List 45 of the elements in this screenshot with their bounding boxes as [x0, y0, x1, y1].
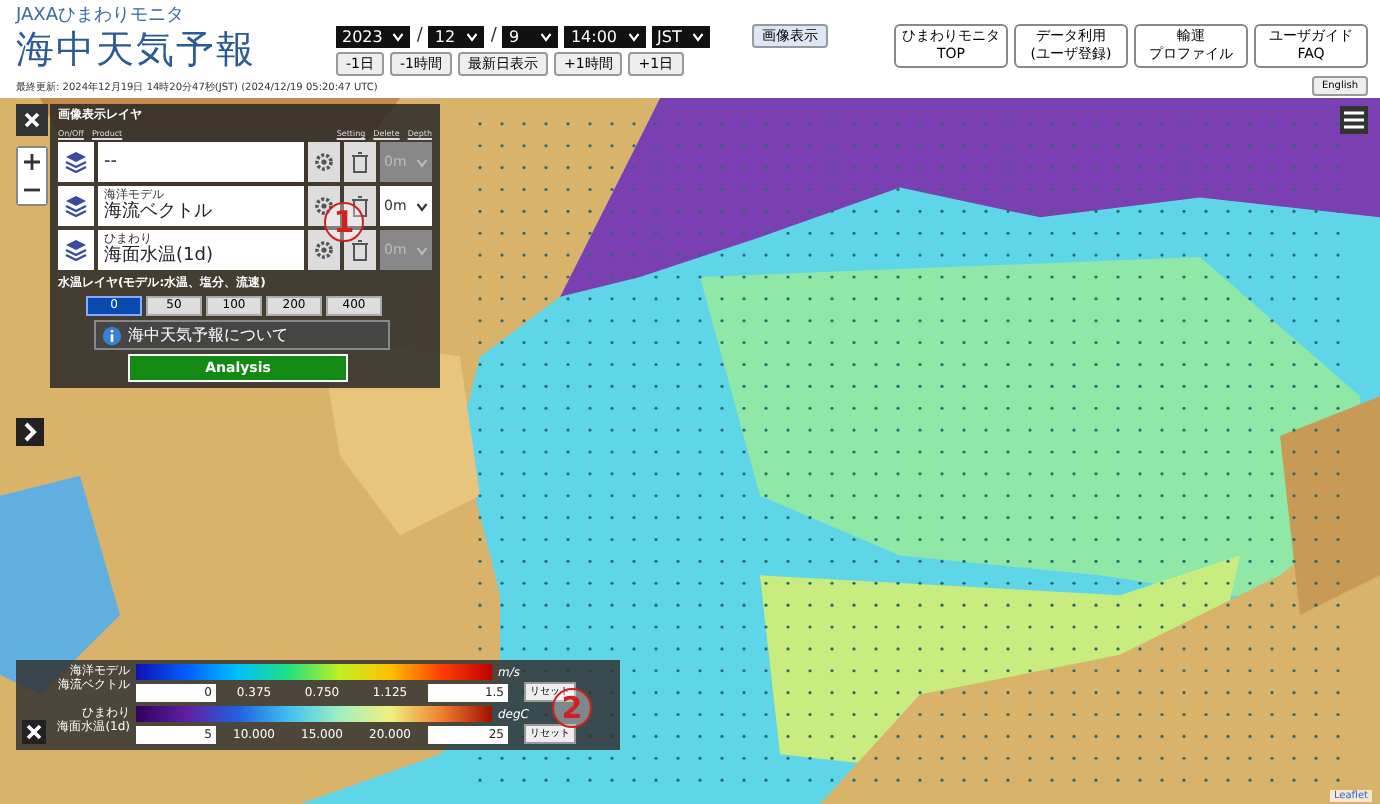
- close-button[interactable]: [22, 720, 46, 744]
- close-icon: [22, 110, 42, 130]
- date-separator: /: [416, 26, 423, 46]
- layers-icon: [64, 194, 88, 218]
- layer-toggle-button[interactable]: [58, 186, 94, 226]
- date-separator: /: [490, 26, 497, 46]
- settings-button[interactable]: [308, 230, 340, 270]
- caret-icon: [416, 157, 428, 167]
- about-link[interactable]: 海中天気予報について: [94, 320, 390, 350]
- menu-icon: [1342, 110, 1366, 130]
- trash-icon: [348, 150, 372, 174]
- caret-icon: [627, 31, 640, 41]
- plus-icon: [22, 152, 42, 172]
- caret-icon: [416, 245, 428, 255]
- caret-icon: [540, 31, 553, 41]
- delete-button[interactable]: [344, 230, 376, 270]
- caret-icon: [416, 201, 428, 211]
- date-select[interactable]: 9: [502, 25, 559, 47]
- date-select[interactable]: 12: [428, 25, 485, 47]
- settings-button[interactable]: [308, 142, 340, 182]
- caret-icon: [466, 31, 479, 41]
- site-title: 海中天気予報: [16, 28, 258, 72]
- date-select[interactable]: 14:00: [564, 25, 646, 47]
- close-button[interactable]: [16, 104, 48, 136]
- menu-button[interactable]: [1340, 106, 1368, 134]
- layer-toggle-button[interactable]: [58, 230, 94, 270]
- site-subtitle: JAXAひまわりモニタ: [16, 6, 186, 28]
- settings-button[interactable]: [308, 186, 340, 226]
- zoom-in-button[interactable]: [18, 148, 46, 176]
- layer-toggle-button[interactable]: [58, 142, 94, 182]
- layers-icon: [64, 238, 88, 262]
- date-select[interactable]: 2023: [336, 25, 411, 47]
- info-icon: [102, 325, 122, 345]
- layers-icon: [64, 150, 88, 174]
- trash-icon: [348, 238, 372, 262]
- close-icon: [24, 722, 44, 742]
- expand-panel-button[interactable]: [16, 418, 44, 446]
- caret-icon: [392, 31, 405, 41]
- chevron-right-icon: [20, 422, 40, 442]
- date-select[interactable]: JST: [651, 25, 710, 47]
- settings-icon: [312, 238, 336, 262]
- settings-icon: [312, 194, 336, 218]
- delete-button[interactable]: [344, 142, 376, 182]
- settings-icon: [312, 150, 336, 174]
- caret-icon: [691, 31, 704, 41]
